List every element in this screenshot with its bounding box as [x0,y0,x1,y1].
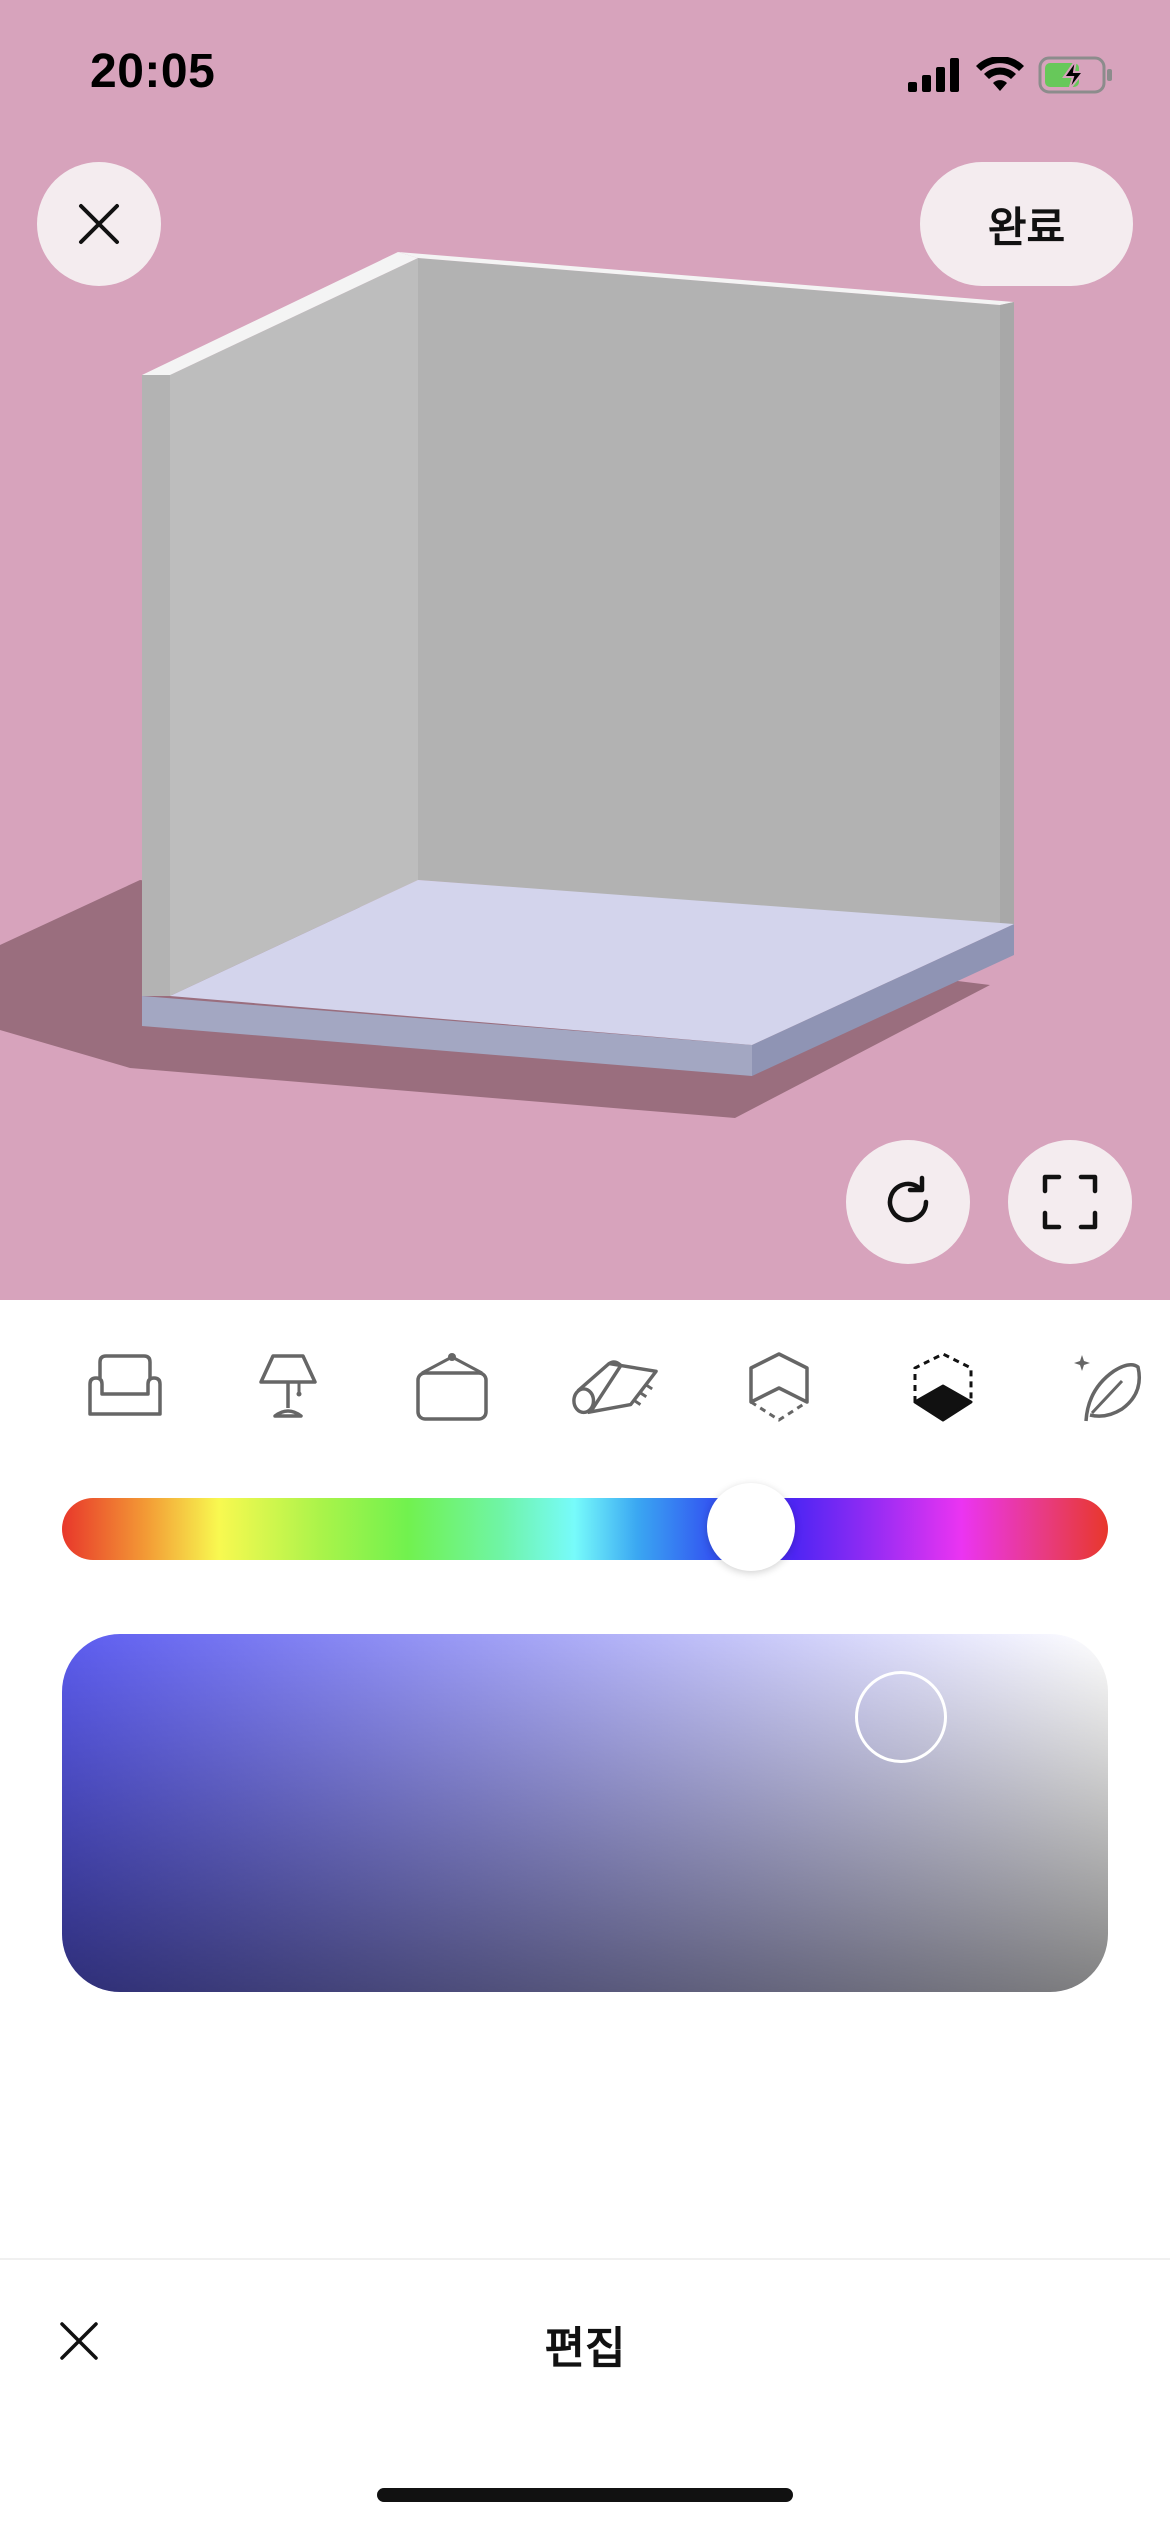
tool-rug[interactable] [570,1342,660,1432]
close-button[interactable] [37,162,161,286]
plant-icon [1074,1355,1141,1422]
floor-icon [913,1352,973,1422]
home-indicator[interactable] [377,2488,793,2502]
rug-icon [572,1360,658,1415]
edit-panel: 편집 [0,1300,1170,2532]
rotate-button[interactable] [846,1140,970,1264]
brightness-gradient [62,1634,1108,1992]
signal-icon [908,58,959,92]
color-picker-thumb[interactable] [855,1671,947,1763]
status-icons [908,50,1114,100]
wifi-icon [976,57,1024,91]
status-bar: 20:05 [0,0,1170,150]
hue-slider[interactable] [62,1498,1108,1560]
tool-floor[interactable] [898,1342,988,1432]
saturation-brightness-picker[interactable] [62,1634,1108,1992]
hue-slider-thumb[interactable] [707,1483,795,1571]
close-icon [79,204,119,244]
category-toolbar [0,1300,1170,1450]
room-3d-viewport[interactable]: 20:05 완료 [0,0,1170,1300]
fullscreen-icon [1042,1174,1098,1230]
wall-icon [749,1352,809,1422]
back-wall-edge [1000,302,1014,930]
fullscreen-button[interactable] [1008,1140,1132,1264]
footer-title: 편집 [544,2324,626,2373]
tool-plant[interactable] [1064,1342,1154,1432]
back-wall [418,258,1000,924]
tool-wall[interactable] [734,1342,824,1432]
tool-frame[interactable] [407,1342,497,1432]
left-wall-front [142,368,172,996]
rotate-icon [887,1175,929,1223]
status-time: 20:05 [90,45,216,98]
left-wall [170,258,418,996]
lamp-icon [259,1354,317,1418]
tool-sofa[interactable] [80,1342,170,1432]
battery-charging-icon [1038,56,1112,94]
sofa-icon [88,1354,162,1416]
screen: 20:05 완료 편집 [0,0,1170,2532]
frame-icon [416,1353,488,1421]
done-button[interactable]: 완료 [920,162,1133,286]
tool-lamp[interactable] [243,1342,333,1432]
footer-divider [0,2258,1170,2260]
